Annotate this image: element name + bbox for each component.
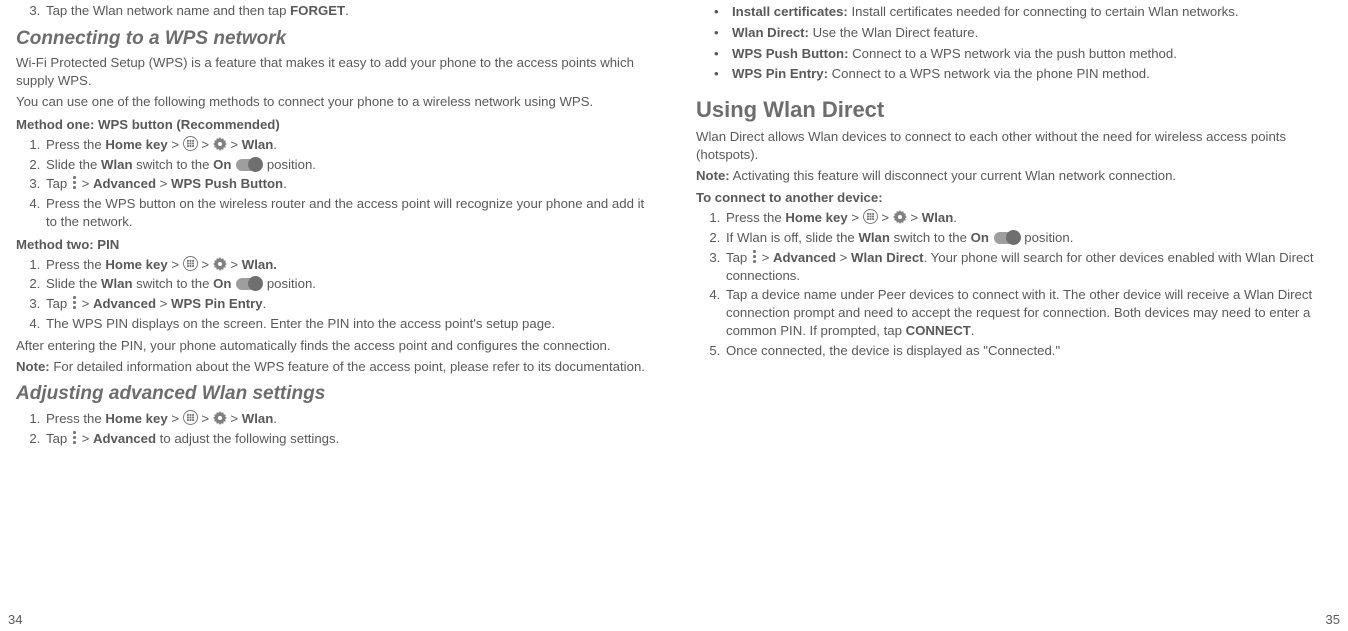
note-wps: Note: For detailed information about the… [16, 358, 652, 376]
bullet-install-certs: Install certificates: Install certificat… [718, 3, 1332, 21]
heading-wlan-direct: Using Wlan Direct [696, 95, 1332, 125]
m1-step1: Press the Home key > > > Wlan. [44, 136, 652, 154]
adv-step1: Press the Home key > > > Wlan. [44, 410, 652, 428]
wps-intro-2: You can use one of the following methods… [16, 93, 652, 111]
subhead-connect: To connect to another device: [696, 189, 1332, 207]
m2-step1: Press the Home key > > > Wlan. [44, 256, 652, 274]
toggle-on-icon [994, 232, 1020, 244]
m1-step3: Tap > Advanced > WPS Push Button. [44, 175, 652, 193]
r-step4: Tap a device name under Peer devices to … [724, 286, 1332, 339]
r-step5: Once connected, the device is displayed … [724, 342, 1332, 360]
bullet-wlan-direct: Wlan Direct: Use the Wlan Direct feature… [718, 24, 1332, 42]
wlan-direct-p1: Wlan Direct allows Wlan devices to conne… [696, 128, 1332, 164]
step-forget: Tap the Wlan network name and then tap F… [44, 2, 652, 20]
m1-step2: Slide the Wlan switch to the On position… [44, 156, 652, 174]
m1-step4: Press the WPS button on the wireless rou… [44, 195, 652, 231]
bullet-wps-push: WPS Push Button: Connect to a WPS networ… [718, 45, 1332, 63]
m2-step3: Tap > Advanced > WPS Pin Entry. [44, 295, 652, 313]
text: Tap the Wlan network name and then tap [46, 3, 290, 18]
method-1-title: Method one: WPS button (Recommended) [16, 116, 652, 134]
bullet-wps-pin: WPS Pin Entry: Connect to a WPS network … [718, 65, 1332, 83]
apps-icon [183, 410, 198, 425]
apps-icon [183, 136, 198, 151]
apps-icon [863, 209, 878, 224]
page-number: 35 [1326, 611, 1340, 629]
r-step1: Press the Home key > > > Wlan. [724, 209, 1332, 227]
page-35: Install certificates: Install certificat… [674, 0, 1348, 631]
gear-icon [213, 137, 227, 151]
note-wlan-direct: Note: Activating this feature will disco… [696, 167, 1332, 185]
toggle-on-icon [236, 159, 262, 171]
wps-intro-1: Wi-Fi Protected Setup (WPS) is a feature… [16, 54, 652, 90]
r-step2: If Wlan is off, slide the Wlan switch to… [724, 229, 1332, 247]
more-icon [72, 296, 77, 310]
adv-step2: Tap > Advanced to adjust the following s… [44, 430, 652, 448]
page-34: Tap the Wlan network name and then tap F… [0, 0, 674, 631]
gear-icon [213, 257, 227, 271]
heading-advanced: Adjusting advanced Wlan settings [16, 381, 652, 407]
m2-step4: The WPS PIN displays on the screen. Ente… [44, 315, 652, 333]
after-pin: After entering the PIN, your phone autom… [16, 337, 652, 355]
more-icon [752, 250, 757, 264]
heading-wps: Connecting to a WPS network [16, 26, 652, 52]
page-number: 34 [8, 611, 22, 629]
toggle-on-icon [236, 278, 262, 290]
more-icon [72, 176, 77, 190]
apps-icon [183, 256, 198, 271]
more-icon [72, 431, 77, 445]
r-step3: Tap > Advanced > Wlan Direct. Your phone… [724, 249, 1332, 285]
forget-bold: FORGET [290, 3, 345, 18]
gear-icon [893, 210, 907, 224]
m2-step2: Slide the Wlan switch to the On position… [44, 275, 652, 293]
gear-icon [213, 411, 227, 425]
method-2-title: Method two: PIN [16, 236, 652, 254]
